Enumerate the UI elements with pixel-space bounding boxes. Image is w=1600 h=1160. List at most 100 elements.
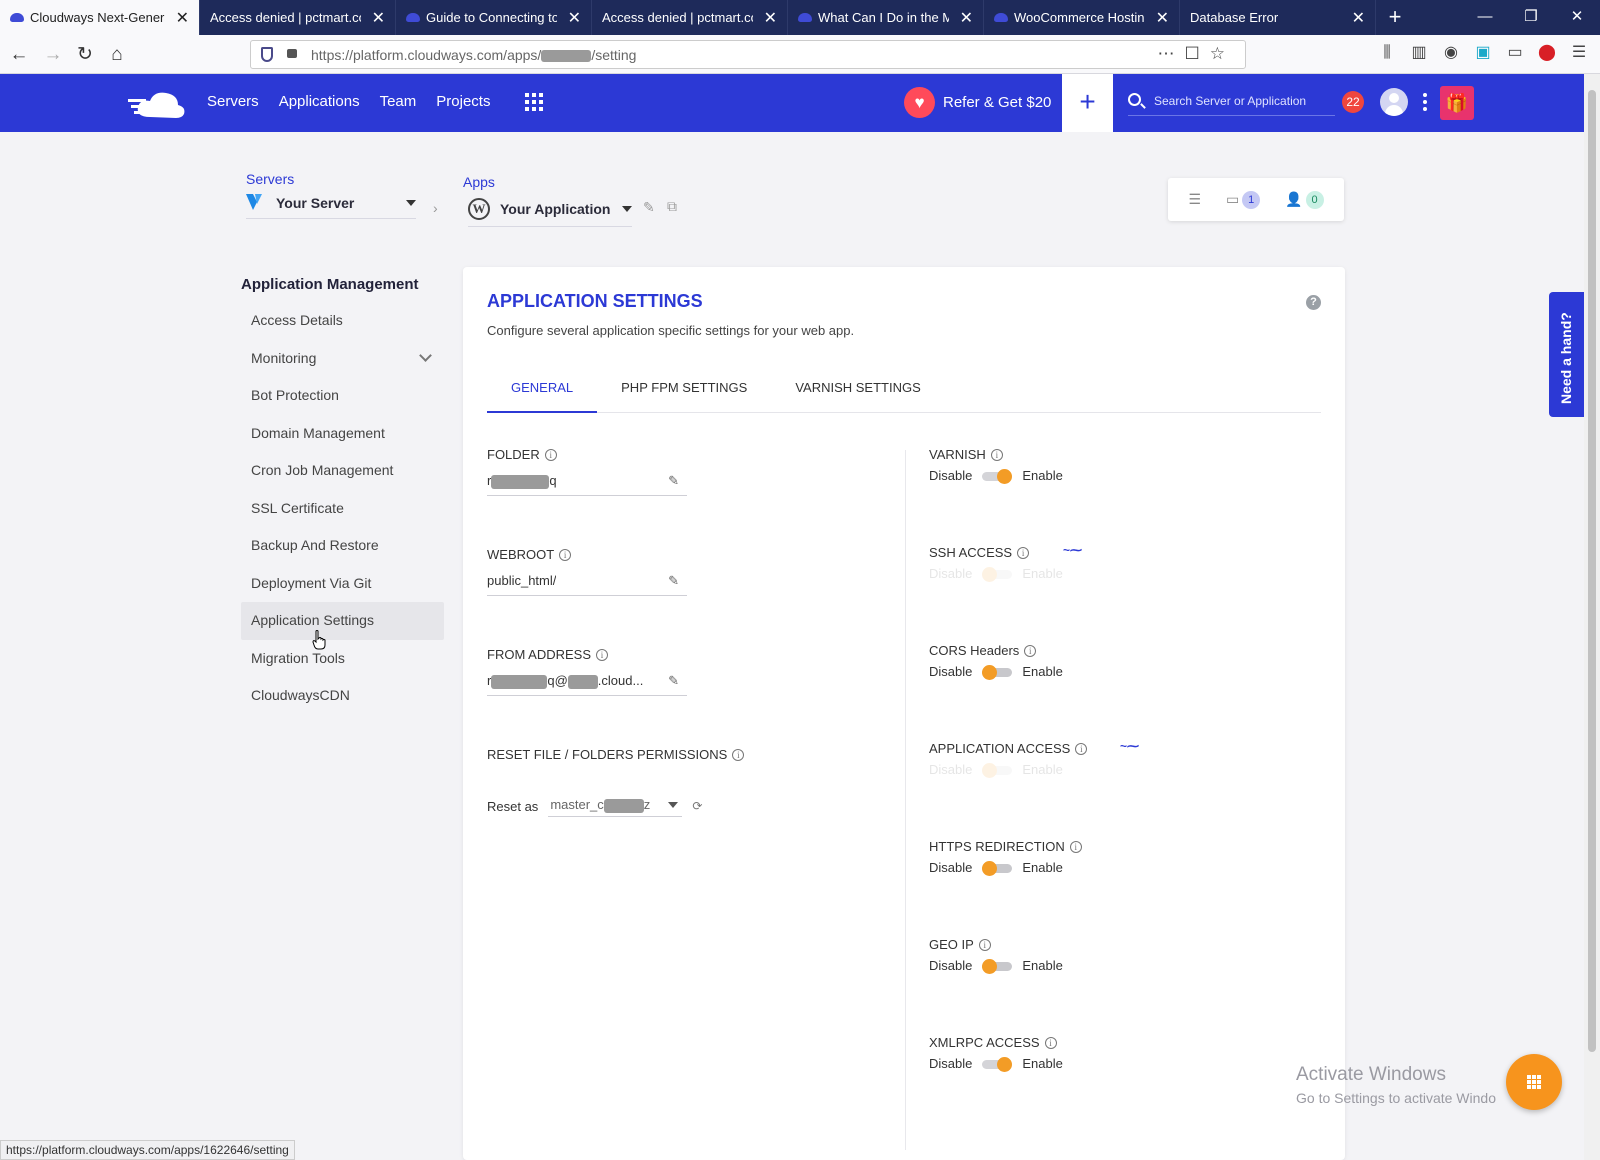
folder-field[interactable]: r q ✎ — [487, 473, 687, 496]
info-icon[interactable]: i — [1024, 644, 1037, 657]
breadcrumb-apps-label[interactable]: Apps — [463, 174, 495, 190]
cors-headers-toggle[interactable] — [982, 664, 1013, 680]
info-icon[interactable]: i — [978, 938, 991, 951]
nav-team[interactable]: Team — [380, 93, 417, 110]
info-icon[interactable]: i — [1017, 546, 1030, 559]
edit-icon[interactable]: ✎ — [668, 673, 679, 689]
sidebar-item-ssl-certificate[interactable]: SSL Certificate — [241, 490, 444, 528]
save-icon[interactable]: ▣ — [1474, 42, 1492, 64]
close-icon[interactable]: ✕ — [568, 8, 581, 28]
sidebar-item-monitoring[interactable]: Monitoring — [241, 340, 444, 378]
sidebar-item-deployment-via-git[interactable]: Deployment Via Git — [241, 565, 444, 603]
server-selector[interactable]: Your Server — [246, 194, 416, 219]
webroot-field[interactable]: public_html/ ✎ — [487, 573, 687, 596]
refer-button[interactable]: ♥ Refer & Get $20 — [904, 87, 1051, 118]
tab-php-fpm-settings[interactable]: PHP FPM SETTINGS — [597, 369, 771, 413]
browser-tab[interactable]: Access denied | pctmart.com ✕ — [200, 0, 396, 35]
avatar[interactable] — [1380, 88, 1408, 116]
https-redirection-toggle[interactable] — [982, 860, 1013, 876]
nav-applications[interactable]: Applications — [279, 93, 360, 110]
reload-icon[interactable]: ↻ — [72, 42, 98, 68]
application-access-toggle[interactable] — [982, 762, 1013, 778]
info-icon[interactable]: i — [1075, 742, 1088, 755]
sidebar-item-cloudwayscdn[interactable]: CloudwaysCDN — [241, 677, 444, 715]
edit-icon[interactable]: ✎ — [668, 573, 679, 589]
apps-grid-icon[interactable] — [525, 93, 543, 111]
minimize-icon[interactable]: — — [1462, 0, 1508, 35]
help-icon[interactable]: ? — [1306, 295, 1321, 310]
forward-icon[interactable]: → — [40, 42, 66, 68]
sidebar-item-migration-tools[interactable]: Migration Tools — [241, 640, 444, 678]
scrollbar-thumb[interactable] — [1588, 90, 1596, 1052]
notification-badge[interactable]: 22 — [1342, 91, 1364, 113]
quick-actions-button[interactable] — [1506, 1054, 1562, 1110]
sidebar-item-cron-job-management[interactable]: Cron Job Management — [241, 452, 444, 490]
close-icon[interactable]: ✕ — [1156, 8, 1169, 28]
browser-tab[interactable]: Guide to Connecting to Yc ✕ — [396, 0, 592, 35]
external-link-icon[interactable]: ⧉ — [667, 198, 677, 215]
info-icon[interactable]: i — [1069, 840, 1082, 853]
close-icon[interactable]: ✕ — [1352, 8, 1365, 28]
browser-tab[interactable]: Access denied | pctmart.com ✕ — [592, 0, 788, 35]
info-icon[interactable]: i — [596, 648, 609, 661]
close-icon[interactable]: ✕ — [960, 8, 973, 28]
menu-icon[interactable]: ☰ — [1570, 42, 1588, 64]
edit-icon[interactable]: ✎ — [643, 199, 655, 216]
browser-tab[interactable]: WooCommerce Hosting ✕ — [984, 0, 1180, 35]
need-a-hand-button[interactable]: Need a hand? — [1549, 292, 1584, 417]
sidebar-item-bot-protection[interactable]: Bot Protection — [241, 377, 444, 415]
library-icon[interactable]: ⫼ — [1378, 42, 1396, 64]
account-icon[interactable]: ◉ — [1442, 42, 1460, 64]
refresh-icon[interactable]: ⟳ — [692, 799, 702, 813]
nav-projects[interactable]: Projects — [436, 93, 490, 110]
close-icon[interactable]: ✕ — [176, 8, 189, 28]
xmlrpc-access-toggle[interactable] — [982, 1056, 1013, 1072]
folder-icon[interactable]: ▭ — [1506, 42, 1524, 64]
browser-tab[interactable]: What Can I Do in the Man ✕ — [788, 0, 984, 35]
breadcrumb-servers-label[interactable]: Servers — [246, 171, 294, 187]
info-icon[interactable]: i — [732, 748, 745, 761]
info-icon[interactable]: i — [559, 548, 572, 561]
gift-icon[interactable]: 🎁 — [1440, 86, 1474, 120]
add-button[interactable]: + — [1062, 74, 1113, 132]
sidebar-item-domain-management[interactable]: Domain Management — [241, 415, 444, 453]
search-input[interactable] — [1154, 90, 1334, 112]
cloudways-logo[interactable] — [128, 87, 188, 121]
info-icon[interactable]: i — [990, 448, 1003, 461]
from-address-field[interactable]: r q@ .cloud... ✎ — [487, 673, 687, 696]
page-actions[interactable]: ⋯☐☆ — [1158, 44, 1235, 64]
browser-tab[interactable]: Cloudways Next-Generati ✕ — [0, 0, 200, 35]
info-icon[interactable]: i — [544, 448, 557, 461]
more-icon[interactable] — [1423, 93, 1427, 111]
sidebar-icon[interactable]: ▥ — [1410, 42, 1428, 64]
ssh-access-toggle[interactable] — [982, 566, 1013, 582]
sidebar-item-backup-and-restore[interactable]: Backup And Restore — [241, 527, 444, 565]
restore-icon[interactable]: ❐ — [1508, 0, 1554, 35]
tab-varnish-settings[interactable]: VARNISH SETTINGS — [771, 369, 944, 413]
sidebar-item-access-details[interactable]: Access Details — [241, 302, 444, 340]
close-icon[interactable]: ✕ — [372, 8, 385, 28]
back-icon[interactable]: ← — [6, 42, 32, 68]
browser-tab[interactable]: Database Error ✕ — [1180, 0, 1376, 35]
scrollbar[interactable] — [1584, 74, 1600, 1160]
varnish-toggle[interactable] — [982, 468, 1013, 484]
url-text[interactable]: https://platform.cloudways.com/apps/ /set… — [311, 47, 636, 63]
home-icon[interactable]: ⌂ — [104, 42, 130, 68]
app-selector[interactable]: W Your Application — [468, 198, 632, 227]
tab-general[interactable]: GENERAL — [487, 369, 598, 413]
folder-count[interactable]: ▭ 1 — [1226, 190, 1261, 209]
list-icon[interactable]: ☰ — [1188, 191, 1201, 208]
close-window-icon[interactable]: ✕ — [1554, 0, 1600, 35]
team-count[interactable]: 👤 0 — [1285, 190, 1324, 209]
info-icon[interactable]: i — [1044, 1036, 1057, 1049]
opera-icon[interactable]: ⬤ — [1538, 42, 1556, 64]
enable-label: Enable — [1022, 1056, 1063, 1071]
edit-icon[interactable]: ✎ — [668, 473, 679, 489]
close-icon[interactable]: ✕ — [764, 8, 777, 28]
nav-servers[interactable]: Servers — [207, 93, 259, 110]
geo-ip-toggle[interactable] — [982, 958, 1013, 974]
address-bar[interactable]: https://platform.cloudways.com/apps/ /set… — [250, 40, 1246, 69]
new-tab-button[interactable]: + — [1376, 0, 1414, 35]
reset-user-select[interactable]: master_c z — [548, 795, 683, 817]
sidebar-item-application-settings[interactable]: Application Settings — [241, 602, 444, 640]
